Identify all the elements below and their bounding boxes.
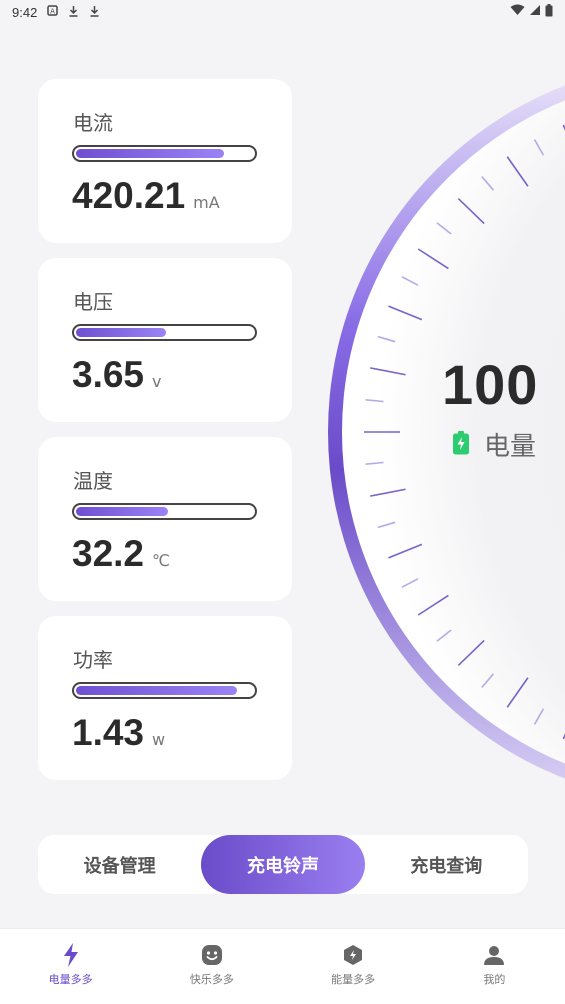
current-progress-fill xyxy=(76,149,225,158)
notification-icon: A xyxy=(47,5,59,19)
tab-charging-ringtone[interactable]: 充电铃声 xyxy=(201,835,365,894)
temperature-progress-fill xyxy=(76,507,168,516)
gauge-tick xyxy=(365,398,384,403)
current-card: 电流 420.21 mA xyxy=(38,79,292,243)
battery-label: 电量 xyxy=(484,432,537,462)
power-unit: w xyxy=(152,730,166,749)
tab-charging-query[interactable]: 充电查询 xyxy=(365,835,528,894)
temperature-label: 温度 xyxy=(73,469,113,493)
voltage-label: 电压 xyxy=(73,290,113,314)
gauge-tick xyxy=(401,578,419,588)
gauge-tick xyxy=(506,677,529,708)
current-progress-bar xyxy=(72,145,257,162)
gauge-tick xyxy=(370,367,406,376)
gauge-tick xyxy=(481,175,495,191)
gauge-tick xyxy=(417,594,449,616)
gauge-tick xyxy=(533,708,545,725)
current-unit: mA xyxy=(193,193,220,212)
power-value-row: 1.43 w xyxy=(72,712,165,754)
gauge-tick xyxy=(436,222,452,235)
power-card: 功率 1.43 w xyxy=(38,616,292,780)
nav-item-mine[interactable]: 我的 xyxy=(424,929,565,1004)
battery-level-value: 100 xyxy=(442,353,539,416)
gauge-tick xyxy=(401,276,419,286)
nav-item-energy[interactable]: 能量多多 xyxy=(283,929,424,1004)
svg-text:A: A xyxy=(50,8,55,16)
status-time: 9:42 xyxy=(12,4,38,20)
current-value: 420.21 xyxy=(72,175,186,216)
voltage-value-row: 3.65 v xyxy=(72,354,161,396)
gauge-tick xyxy=(481,673,495,689)
nav-item-power[interactable]: 电量多多 xyxy=(0,929,141,1004)
nav-label-energy: 能量多多 xyxy=(331,973,376,986)
power-progress-fill xyxy=(76,686,237,695)
nav-label-power: 电量多多 xyxy=(48,973,93,986)
person-icon xyxy=(482,943,506,967)
voltage-card: 电压 3.65 v xyxy=(38,258,292,422)
power-value: 1.43 xyxy=(72,712,145,753)
battery-label-row: 电量 xyxy=(452,426,536,463)
bottom-navigation: 电量多多 快乐多多 能量多多 我的 xyxy=(0,928,565,1004)
gauge-tick xyxy=(417,248,449,270)
status-bar: 9:42 A xyxy=(0,0,565,24)
signal-icon xyxy=(529,4,541,20)
function-segmented-control: 设备管理 充电铃声 充电查询 xyxy=(38,835,528,894)
gauge-tick xyxy=(388,543,423,559)
lightning-icon xyxy=(59,943,83,967)
nav-label-mine: 我的 xyxy=(483,973,506,986)
temperature-card: 温度 32.2 ℃ xyxy=(38,437,292,601)
gauge-tick xyxy=(377,521,396,529)
gauge-tick xyxy=(365,461,384,466)
battery-status-icon xyxy=(545,3,553,21)
gauge-tick xyxy=(457,198,485,225)
temperature-value-row: 32.2 ℃ xyxy=(72,533,170,575)
gauge-tick xyxy=(377,335,396,343)
nav-label-happy: 快乐多多 xyxy=(189,973,234,986)
smile-icon xyxy=(200,943,224,967)
tab-device-management[interactable]: 设备管理 xyxy=(38,835,201,894)
battery-charging-icon xyxy=(452,430,470,459)
voltage-unit: v xyxy=(152,372,162,391)
power-label: 功率 xyxy=(73,648,113,672)
voltage-progress-bar xyxy=(72,324,257,341)
status-left: 9:42 A xyxy=(12,5,100,20)
temperature-unit: ℃ xyxy=(152,551,170,570)
current-value-row: 420.21 mA xyxy=(72,175,220,217)
download-icon xyxy=(89,5,100,20)
gauge-tick xyxy=(388,305,423,321)
current-label: 电流 xyxy=(73,111,113,135)
gauge-tick xyxy=(533,139,545,156)
gauge-tick xyxy=(436,629,452,642)
gauge-tick xyxy=(457,639,485,666)
temperature-value: 32.2 xyxy=(72,533,145,574)
download-icon xyxy=(68,5,79,20)
temperature-progress-bar xyxy=(72,503,257,520)
energy-hex-icon xyxy=(341,943,365,967)
gauge-tick xyxy=(370,488,406,497)
voltage-value: 3.65 xyxy=(72,354,145,395)
gauge-tick xyxy=(506,156,529,187)
status-right xyxy=(510,3,553,21)
voltage-progress-fill xyxy=(76,328,167,337)
power-progress-bar xyxy=(72,682,257,699)
wifi-icon xyxy=(510,4,525,20)
nav-item-happy[interactable]: 快乐多多 xyxy=(141,929,282,1004)
